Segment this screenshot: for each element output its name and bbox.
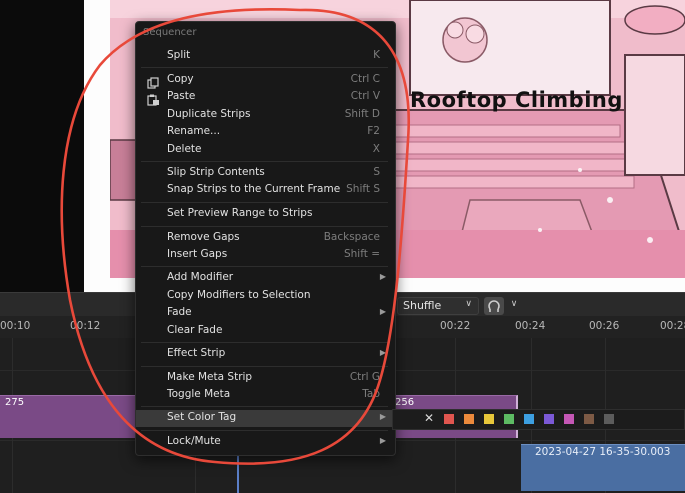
- menu-item-shortcut: Shift D: [344, 108, 380, 120]
- chevron-down-icon: ∨: [465, 299, 472, 309]
- menu-item-label: Copy Modifiers to Selection: [167, 289, 311, 301]
- menu-item-shortcut: Tab: [362, 388, 380, 400]
- color-tag-swatch[interactable]: [444, 414, 454, 424]
- menu-item-label: Paste: [167, 90, 196, 102]
- menu-item-label: Delete: [167, 143, 202, 155]
- color-tag-swatch[interactable]: [464, 414, 474, 424]
- color-tag-submenu: [392, 409, 685, 430]
- menu-item-set-color-tag[interactable]: Set Color Tag ▶: [136, 410, 393, 427]
- color-tag-swatch[interactable]: [544, 414, 554, 424]
- strip-label: 2023-04-27 16-35-30.003: [535, 446, 671, 458]
- menu-separator: [141, 161, 388, 162]
- menu-item-copy[interactable]: Copy Ctrl C: [136, 72, 393, 89]
- submenu-arrow-icon: ▶: [379, 412, 386, 421]
- color-tag-swatch[interactable]: [504, 414, 514, 424]
- ruler-tick-label: 00:22: [440, 320, 471, 332]
- menu-item-shortcut: Shift S: [346, 183, 380, 195]
- menu-separator: [141, 430, 388, 431]
- menu-item-effect-strip[interactable]: Effect Strip ▶: [136, 346, 393, 363]
- menu-item-label: Snap Strips to the Current Frame: [167, 183, 341, 195]
- submenu-arrow-icon: ▶: [379, 272, 386, 281]
- menu-item-label: Insert Gaps: [167, 248, 228, 260]
- overlap-mode-select[interactable]: Shuffle ∨: [397, 297, 479, 315]
- ruler-tick-label: 00:24: [515, 320, 546, 332]
- menu-separator: [141, 67, 388, 68]
- snap-icon: [488, 300, 500, 312]
- submenu-arrow-icon: ▶: [379, 307, 386, 316]
- color-tag-swatch[interactable]: [584, 414, 594, 424]
- menu-item-shortcut: F2: [367, 125, 380, 137]
- menu-separator: [141, 366, 388, 367]
- submenu-arrow-icon: ▶: [379, 348, 386, 357]
- menu-item-label: Lock/Mute: [167, 435, 221, 447]
- menu-item-label: Slip Strip Contents: [167, 166, 265, 178]
- menu-item-set-preview-range[interactable]: Set Preview Range to Strips: [136, 206, 393, 223]
- menu-separator: [141, 266, 388, 267]
- menu-item-duplicate-strips[interactable]: Duplicate Strips Shift D: [136, 107, 393, 124]
- strip-label: 275: [5, 397, 25, 408]
- menu-item-label: Copy: [167, 73, 194, 85]
- menu-item-remove-gaps[interactable]: Remove Gaps Backspace: [136, 230, 393, 247]
- menu-item-label: Toggle Meta: [167, 388, 231, 400]
- menu-item-label: Set Preview Range to Strips: [167, 207, 313, 219]
- menu-item-shortcut: K: [373, 49, 380, 61]
- menu-item-snap-strips[interactable]: Snap Strips to the Current Frame Shift S: [136, 182, 393, 199]
- copy-icon: [147, 74, 160, 89]
- color-tag-swatch[interactable]: [524, 414, 534, 424]
- menu-item-rename[interactable]: Rename... F2: [136, 124, 393, 141]
- menu-item-shortcut: S: [373, 166, 380, 178]
- menu-item-shortcut: Ctrl C: [350, 73, 380, 85]
- overlap-mode-value: Shuffle: [403, 299, 442, 312]
- color-tag-swatch[interactable]: [484, 414, 494, 424]
- menu-item-paste[interactable]: Paste Ctrl V: [136, 89, 393, 106]
- menu-item-label: Set Color Tag: [167, 411, 237, 423]
- paste-icon: [147, 91, 160, 106]
- menu-item-copy-modifiers[interactable]: Copy Modifiers to Selection: [136, 288, 393, 305]
- menu-item-add-modifier[interactable]: Add Modifier ▶: [136, 270, 393, 287]
- submenu-arrow-icon: ▶: [379, 436, 386, 445]
- ruler-tick-label: 00:10: [0, 320, 31, 332]
- menu-item-label: Fade: [167, 306, 192, 318]
- color-tag-swatch[interactable]: [604, 414, 614, 424]
- strip-label: 256: [395, 397, 415, 408]
- menu-item-clear-fade[interactable]: Clear Fade: [136, 323, 393, 340]
- menu-item-label: Rename...: [167, 125, 221, 137]
- menu-item-shortcut: Shift =: [343, 248, 380, 260]
- menu-separator: [141, 342, 388, 343]
- clear-color-tag-button[interactable]: ✕: [424, 411, 434, 425]
- ruler-tick-label: 00:28: [660, 320, 685, 332]
- menu-item-split[interactable]: Split K: [136, 48, 393, 65]
- menu-item-make-meta-strip[interactable]: Make Meta Strip Ctrl G: [136, 370, 393, 387]
- menu-item-label: Duplicate Strips: [167, 108, 251, 120]
- menu-item-label: Clear Fade: [167, 324, 223, 336]
- context-menu-title: Sequencer: [143, 27, 197, 38]
- color-tag-swatch[interactable]: [564, 414, 574, 424]
- menu-item-shortcut: Ctrl G: [349, 371, 380, 383]
- snap-options-chevron-icon[interactable]: ∨: [507, 299, 521, 313]
- menu-item-toggle-meta[interactable]: Toggle Meta Tab: [136, 387, 393, 404]
- menu-separator: [141, 226, 388, 227]
- ruler-tick-label: 00:12: [70, 320, 101, 332]
- menu-item-lock-mute[interactable]: Lock/Mute ▶: [136, 434, 393, 451]
- snap-toggle-button[interactable]: [484, 297, 504, 315]
- menu-item-slip-strip-contents[interactable]: Slip Strip Contents S: [136, 165, 393, 182]
- menu-item-shortcut: Backspace: [323, 231, 380, 243]
- ruler-tick-label: 00:26: [589, 320, 620, 332]
- menu-item-fade[interactable]: Fade ▶: [136, 305, 393, 322]
- preview-overlay-text: Rooftop Climbing: [410, 88, 623, 112]
- menu-item-label: Add Modifier: [167, 271, 234, 283]
- playhead[interactable]: [237, 455, 239, 493]
- menu-separator: [141, 202, 388, 203]
- menu-item-insert-gaps[interactable]: Insert Gaps Shift =: [136, 247, 393, 264]
- menu-item-label: Remove Gaps: [167, 231, 240, 243]
- menu-item-label: Effect Strip: [167, 347, 226, 359]
- menu-item-shortcut: Ctrl V: [350, 90, 380, 102]
- menu-item-delete[interactable]: Delete X: [136, 142, 393, 159]
- menu-item-shortcut: X: [372, 143, 380, 155]
- menu-item-label: Make Meta Strip: [167, 371, 253, 383]
- menu-item-label: Split: [167, 49, 191, 61]
- menu-separator: [141, 406, 388, 407]
